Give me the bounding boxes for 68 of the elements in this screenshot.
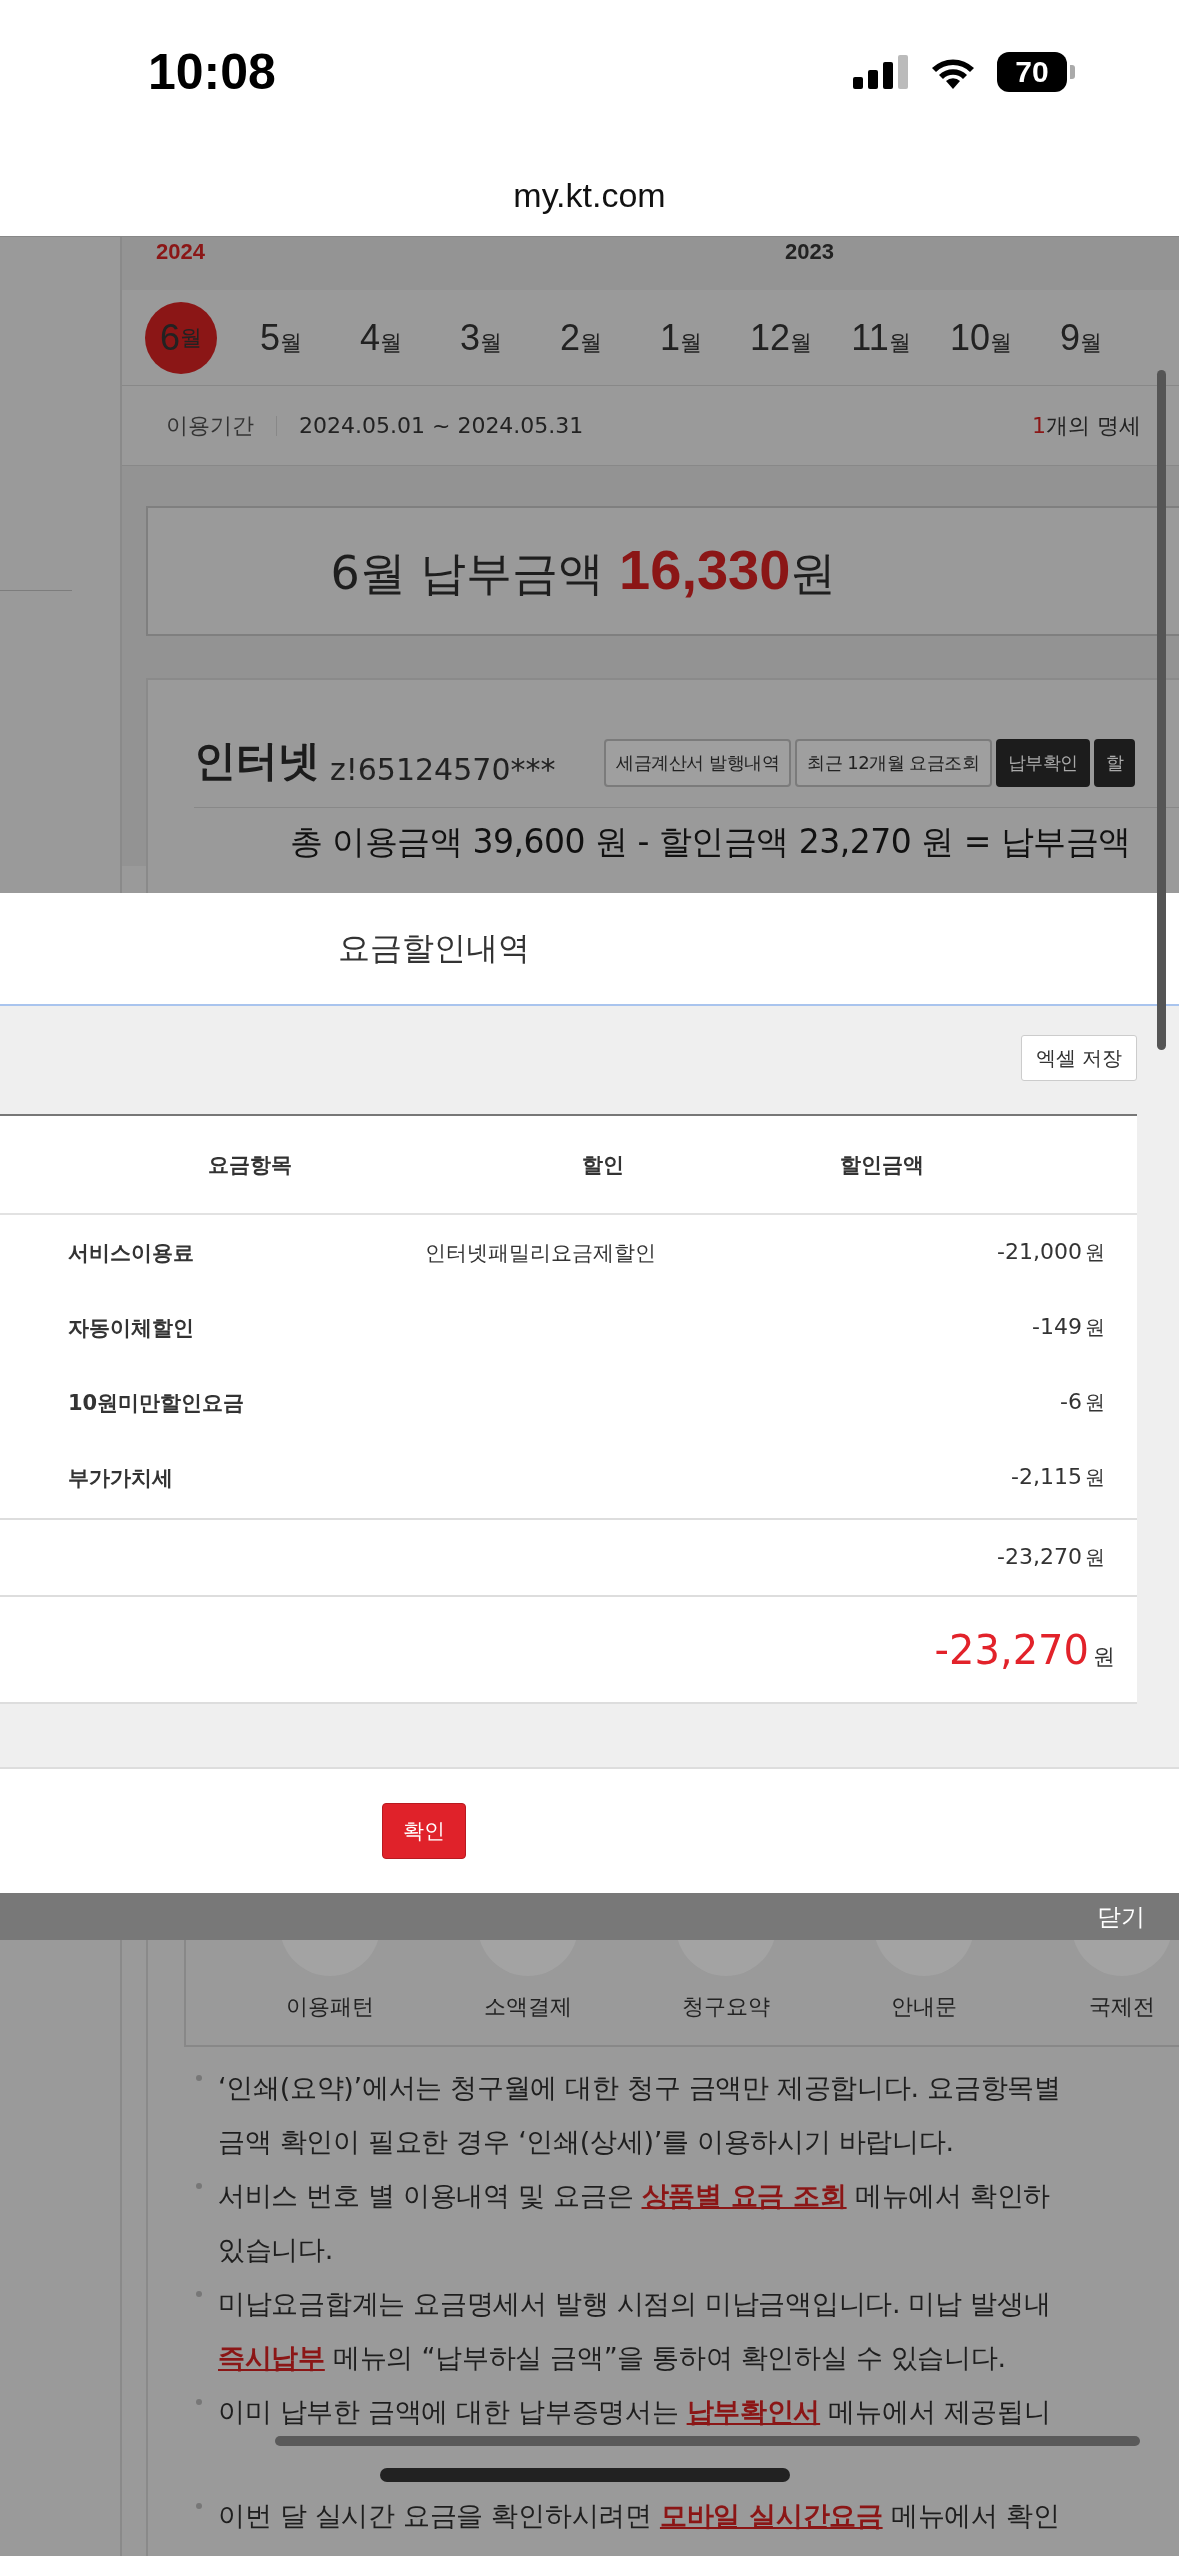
table-cell-text: -21,000 원: [996, 1239, 1106, 1266]
notice-text: 이미 납부한 금액에 대한 납부증명서는 납부확인서 메뉴에서 제공됩니: [218, 2395, 1051, 2429]
month-tab[interactable]: 10월: [949, 316, 1012, 359]
notice-text: 있습니다.: [218, 2233, 334, 2267]
column-header: 요금항목: [207, 1151, 293, 1179]
menu-link[interactable]: 납부확인서: [686, 2396, 821, 2427]
menu-link[interactable]: 즉시납부: [218, 2342, 325, 2373]
notice-text: 이번 달 실시간 요금을 확인하시려면 모바일 실시간요금 메뉴에서 확인: [218, 2499, 1060, 2533]
menu-link[interactable]: 상품별 요금 조회: [641, 2180, 847, 2211]
notice-text: ‘인쇄(요약)’에서는 청구월에 대한 청구 금액만 제공합니다. 요금항목별: [218, 2071, 1061, 2105]
month-tab[interactable]: 9월: [1060, 316, 1102, 359]
year-label: 2024: [156, 238, 205, 266]
home-indicator[interactable]: [380, 2468, 790, 2482]
menu-link[interactable]: 모바일 실시간요금: [659, 2500, 883, 2531]
column-header: 할인: [581, 1151, 625, 1179]
close-link[interactable]: 닫기: [1097, 1900, 1145, 1933]
excel-save-button[interactable]: 엑셀 저장: [1020, 1035, 1137, 1081]
bullet-icon: [196, 2399, 202, 2405]
table-cell-text: -2,115 원: [1010, 1464, 1106, 1491]
bullet-icon: [196, 2503, 202, 2509]
year-label: 2023: [784, 238, 834, 266]
menu-label[interactable]: 이용패턴: [286, 1992, 374, 2022]
menu-label[interactable]: 국제전: [1089, 1992, 1155, 2022]
service-name: 인터넷: [194, 735, 320, 787]
notice-text: 즉시납부 메뉴의 “납부하실 금액”을 통하여 확인하실 수 있습니다.: [218, 2341, 1006, 2375]
menu-label[interactable]: 안내문: [891, 1992, 957, 2022]
table-cell-text: 서비스이용료: [67, 1239, 195, 1267]
total-amount: -23,270 원: [934, 1626, 1115, 1673]
scrollbar[interactable]: [1157, 370, 1166, 1050]
modal-title: 요금할인내역: [338, 927, 530, 969]
table-cell-text: -149 원: [1031, 1314, 1106, 1341]
menu-label[interactable]: 소액결제: [484, 1992, 572, 2022]
month-tab[interactable]: 11월: [851, 316, 911, 359]
url-text[interactable]: my.kt.com: [513, 176, 666, 214]
month-tab[interactable]: 4월: [360, 316, 402, 359]
notice-text: 금액 확인이 필요한 경우 ‘인쇄(상세)’를 이용하시기 바랍니다.: [218, 2125, 954, 2159]
month-tab[interactable]: 3월: [460, 316, 502, 359]
action-button[interactable]: 세금계산서 발행내역: [604, 739, 792, 787]
bullet-icon: [196, 2291, 202, 2297]
bullet-icon: [196, 2075, 202, 2081]
table-cell-text: 자동이체할인: [67, 1314, 195, 1342]
payment-amount-text: 6월 납부금액 16,330원: [330, 537, 837, 603]
table-cell-text: 10원미만할인요금: [67, 1389, 246, 1417]
notice-text: 미납요금합계는 요금명세서 발행 시점의 미납금액입니다. 미납 발생내: [218, 2287, 1051, 2321]
month-tab[interactable]: 12월: [749, 316, 812, 359]
statement-count: 1개의 명세: [1032, 411, 1141, 440]
month-tab[interactable]: 5월: [260, 316, 302, 359]
action-button[interactable]: 최근 12개월 요금조회: [795, 739, 992, 787]
clock-time: 10:08: [148, 43, 276, 101]
table-cell-text: -6 원: [1059, 1389, 1106, 1416]
month-tab[interactable]: 2월: [560, 316, 602, 359]
account-number: z!65124570***: [330, 752, 556, 787]
action-button[interactable]: 할: [1093, 739, 1135, 787]
menu-label[interactable]: 청구요약: [682, 1992, 770, 2022]
action-button[interactable]: 납부확인: [995, 739, 1090, 787]
month-tab[interactable]: 1월: [660, 316, 702, 359]
table-cell-text: 인터넷패밀리요금제할인: [423, 1239, 657, 1267]
column-header: 할인금액: [838, 1151, 925, 1179]
notice-text: 서비스 번호 별 이용내역 및 요금은 상품별 요금 조회 메뉴에서 확인하: [218, 2179, 1051, 2213]
signal-icon: [853, 55, 909, 89]
subtotal-amount: -23,270 원: [997, 1544, 1105, 1571]
period-label: 이용기간: [166, 411, 254, 440]
confirm-button[interactable]: 확인: [382, 1803, 466, 1859]
table-cell-text: 부가가치세: [67, 1464, 174, 1492]
scrollbar[interactable]: [275, 2436, 1140, 2446]
period-range: 2024.05.01 ~ 2024.05.31: [299, 413, 584, 438]
bullet-icon: [196, 2183, 202, 2189]
charge-summary: 총 이용금액 39,600 원 - 할인금액 23,270 원 = 납부금액: [289, 821, 1132, 863]
